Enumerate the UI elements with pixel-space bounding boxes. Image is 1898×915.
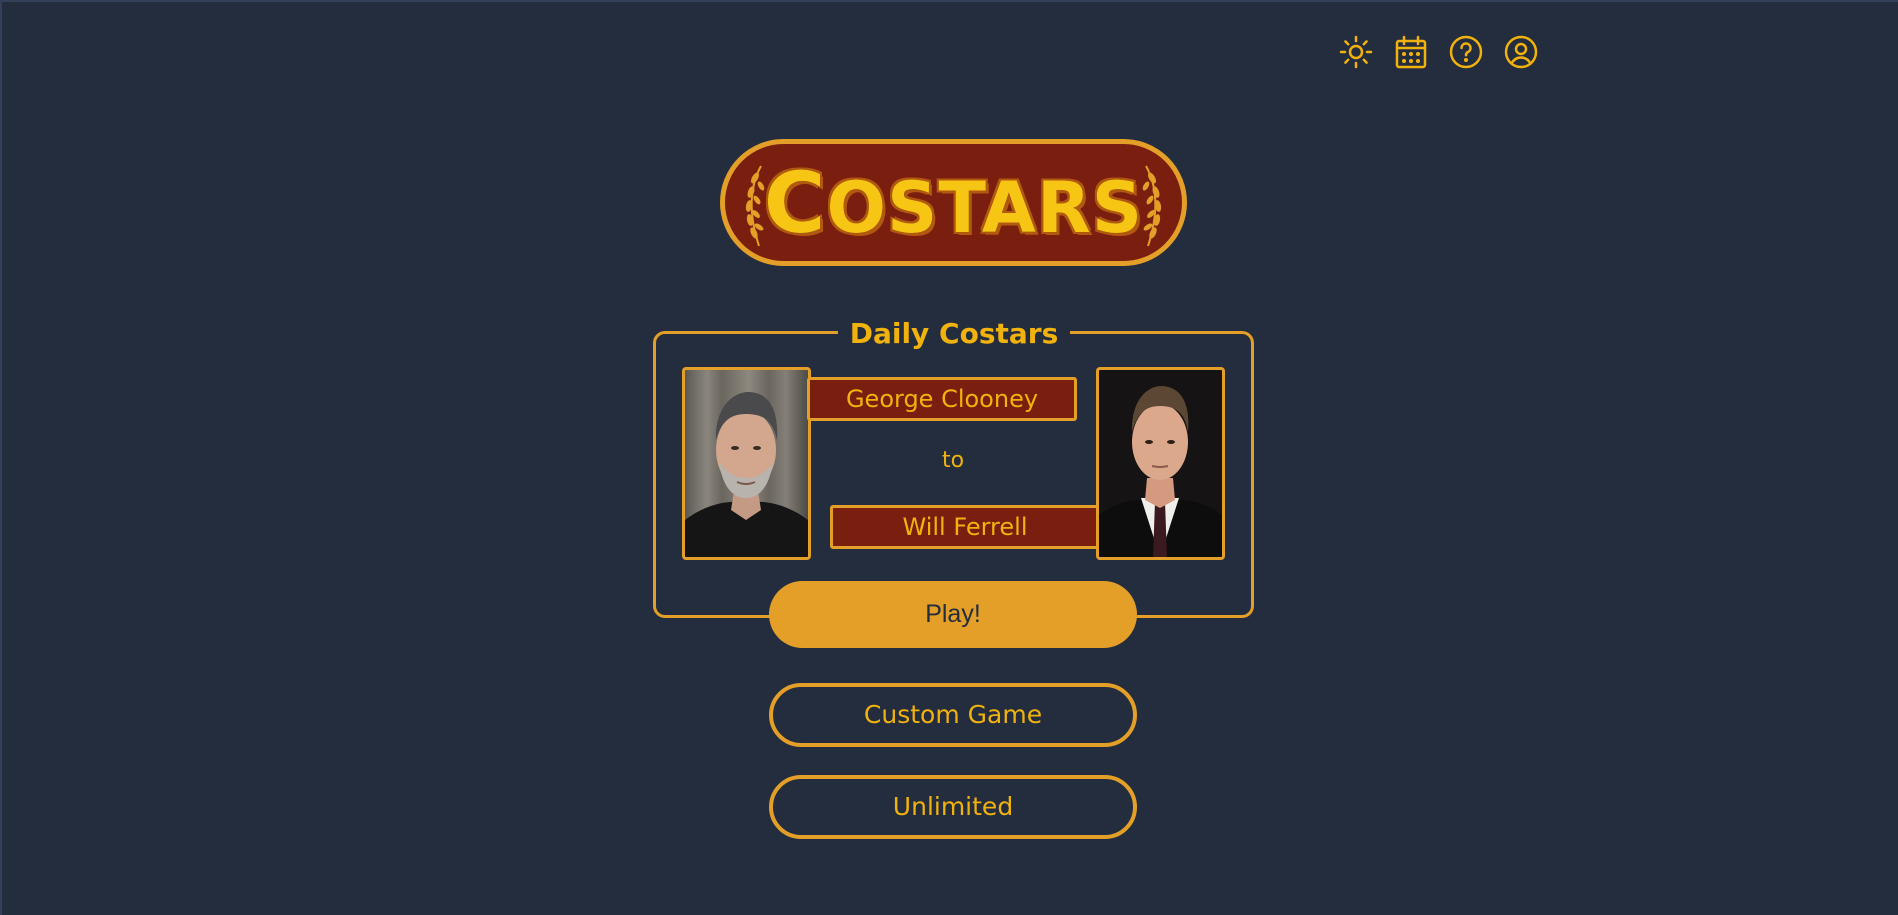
start-actor-photo-illustration bbox=[685, 392, 808, 557]
end-actor-name: Will Ferrell bbox=[830, 505, 1100, 549]
logo-text-rest: OSTARS bbox=[826, 166, 1144, 249]
start-actor-photo bbox=[682, 367, 811, 560]
calendar-icon[interactable] bbox=[1393, 34, 1429, 70]
laurel-right-icon bbox=[1142, 165, 1162, 247]
end-actor-photo bbox=[1096, 367, 1225, 560]
logo-text: COSTARS bbox=[764, 161, 1143, 245]
connector-label: to bbox=[941, 448, 965, 473]
logo-text-first: C bbox=[763, 153, 827, 252]
laurel-left-icon bbox=[745, 165, 765, 247]
end-actor-photo-illustration bbox=[1099, 386, 1222, 557]
page: COSTARS Daily Costars George Clooney to … bbox=[0, 0, 1898, 915]
custom-game-button[interactable]: Custom Game bbox=[769, 683, 1137, 747]
help-icon[interactable] bbox=[1448, 34, 1484, 70]
start-actor-name: George Clooney bbox=[807, 377, 1077, 421]
account-icon[interactable] bbox=[1503, 34, 1539, 70]
daily-title: Daily Costars bbox=[838, 314, 1070, 354]
unlimited-button[interactable]: Unlimited bbox=[769, 775, 1137, 839]
sun-icon[interactable] bbox=[1338, 34, 1374, 70]
top-toolbar bbox=[1338, 34, 1539, 70]
costars-logo: COSTARS bbox=[720, 139, 1187, 266]
play-button[interactable]: Play! bbox=[769, 581, 1137, 648]
